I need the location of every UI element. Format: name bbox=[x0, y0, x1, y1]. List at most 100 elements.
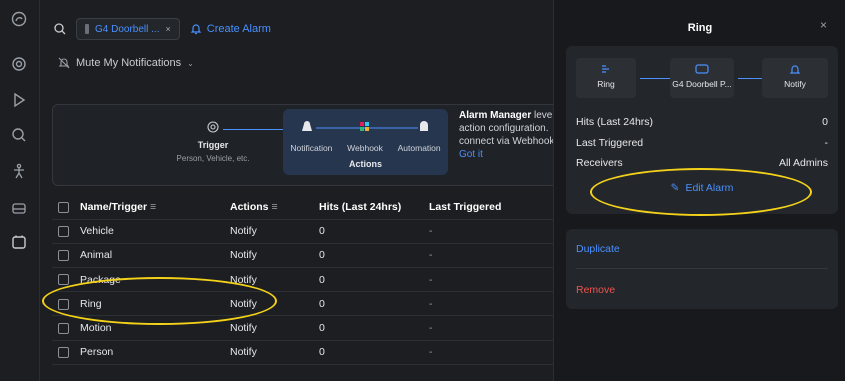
row-last-triggered: - bbox=[429, 340, 549, 365]
row-action: Notify bbox=[230, 315, 319, 341]
close-icon[interactable]: × bbox=[820, 18, 827, 32]
header-hits[interactable]: Hits (Last 24hrs) bbox=[319, 195, 429, 220]
row-last-triggered: - bbox=[429, 219, 549, 244]
table-row[interactable]: Person Notify 0 - bbox=[52, 340, 592, 365]
node-action: Notify bbox=[762, 58, 828, 98]
row-action: Notify bbox=[230, 219, 319, 244]
search-icon[interactable] bbox=[54, 23, 66, 35]
row-action: Notify bbox=[230, 267, 319, 293]
filter-icon[interactable]: ≡ bbox=[150, 201, 156, 213]
protect-logo-icon[interactable] bbox=[8, 8, 30, 30]
chevron-down-icon: ⌄ bbox=[187, 58, 194, 68]
action-automation: Automation bbox=[397, 143, 441, 153]
chip-close-icon[interactable]: × bbox=[165, 24, 170, 34]
row-hits: 0 bbox=[319, 267, 429, 293]
row-checkbox[interactable] bbox=[58, 274, 69, 286]
camera-icon[interactable] bbox=[8, 53, 30, 75]
row-name: Vehicle bbox=[80, 219, 230, 244]
row-hits: 0 bbox=[319, 291, 429, 317]
person-motion-icon[interactable] bbox=[8, 160, 30, 182]
ring-icon bbox=[576, 64, 636, 76]
row-last-triggered: - bbox=[429, 243, 549, 269]
row-hits: 0 bbox=[319, 243, 429, 269]
doorbell-device-icon bbox=[670, 64, 734, 76]
row-checkbox[interactable] bbox=[58, 250, 69, 262]
search-detection-icon[interactable] bbox=[8, 124, 30, 146]
alarm-flow-banner: Trigger Person, Vehicle, etc. Notificati… bbox=[52, 104, 592, 186]
node-device: G4 Doorbell P... bbox=[670, 58, 734, 98]
row-action: Notify bbox=[230, 291, 319, 317]
create-alarm-button[interactable]: Create Alarm bbox=[190, 23, 271, 35]
mute-notifications-dropdown[interactable]: Mute My Notifications ⌄ bbox=[58, 57, 194, 69]
alarm-summary-card: Ring G4 Doorbell P... Notify Hits (Last … bbox=[566, 46, 838, 214]
row-name: Person bbox=[80, 340, 230, 365]
edit-alarm-label: Edit Alarm bbox=[685, 182, 734, 194]
row-hits: 0 bbox=[319, 315, 429, 341]
row-checkbox[interactable] bbox=[58, 226, 69, 237]
receivers-label: Receivers bbox=[576, 157, 623, 169]
device-filter-chip[interactable]: G4 Doorbell ... × bbox=[76, 18, 180, 40]
header-name-trigger[interactable]: Name/Trigger ≡ bbox=[80, 195, 230, 220]
toolbar: G4 Doorbell ... × Create Alarm bbox=[54, 18, 271, 40]
select-all-checkbox[interactable] bbox=[58, 201, 69, 213]
table-row[interactable]: Ring Notify 0 - bbox=[52, 291, 592, 317]
trigger-step: Trigger Person, Vehicle, etc. bbox=[158, 121, 268, 163]
alarm-options-card: Duplicate Remove bbox=[566, 229, 838, 309]
node-action-label: Notify bbox=[784, 79, 806, 89]
row-last-triggered: - bbox=[429, 291, 549, 317]
table-row[interactable]: Vehicle Notify 0 - bbox=[52, 219, 592, 244]
row-checkbox[interactable] bbox=[58, 346, 69, 358]
duplicate-button[interactable]: Duplicate bbox=[576, 243, 620, 255]
row-last-triggered: - bbox=[429, 267, 549, 293]
node-trigger-label: Ring bbox=[597, 79, 615, 89]
alarm-manager-icon[interactable] bbox=[8, 231, 30, 253]
device-filter-label: G4 Doorbell ... bbox=[95, 23, 160, 35]
remove-button[interactable]: Remove bbox=[576, 284, 615, 296]
actions-list: Notification Webhook Automation bbox=[283, 143, 448, 153]
header-actions[interactable]: Actions ≡ bbox=[230, 195, 319, 220]
main-content: G4 Doorbell ... × Create Alarm Mute My N… bbox=[40, 0, 592, 381]
row-checkbox[interactable] bbox=[58, 298, 69, 310]
row-name: Package bbox=[80, 267, 230, 293]
info-bold: Alarm Manager bbox=[459, 110, 532, 121]
play-icon[interactable] bbox=[8, 89, 30, 111]
mute-label: Mute My Notifications bbox=[76, 57, 182, 69]
row-action: Notify bbox=[230, 243, 319, 269]
trigger-title: Trigger bbox=[197, 140, 229, 150]
doorbell-icon bbox=[85, 24, 89, 34]
row-checkbox[interactable] bbox=[58, 322, 69, 334]
filter-icon[interactable]: ≡ bbox=[271, 201, 277, 213]
node-device-label: G4 Doorbell P... bbox=[672, 79, 732, 89]
divider bbox=[576, 268, 828, 269]
hits-row: Hits (Last 24hrs) 0 bbox=[576, 116, 828, 128]
panel-title: Ring bbox=[687, 22, 713, 34]
actions-step: Notification Webhook Automation Actions bbox=[283, 109, 448, 175]
trigger-icon bbox=[207, 121, 219, 133]
last-triggered-value: - bbox=[824, 137, 829, 149]
table-row[interactable]: Package Notify 0 - bbox=[52, 267, 592, 293]
edit-alarm-button[interactable]: ✎ Edit Alarm bbox=[606, 182, 798, 194]
bell-plus-icon bbox=[190, 23, 202, 35]
last-triggered-label: Last Triggered bbox=[576, 137, 644, 149]
row-last-triggered: - bbox=[429, 315, 549, 341]
action-webhook: Webhook bbox=[347, 143, 383, 153]
hits-value: 0 bbox=[822, 116, 828, 128]
row-name: Motion bbox=[80, 315, 230, 341]
row-name: Ring bbox=[80, 291, 230, 317]
row-hits: 0 bbox=[319, 340, 429, 365]
table-row[interactable]: Motion Notify 0 - bbox=[52, 315, 592, 341]
vehicle-icon[interactable] bbox=[8, 197, 30, 219]
bell-icon bbox=[762, 64, 828, 76]
receivers-row: Receivers All Admins bbox=[576, 157, 828, 169]
row-action: Notify bbox=[230, 340, 319, 365]
row-name: Animal bbox=[80, 243, 230, 269]
actions-connector bbox=[302, 121, 428, 131]
table-row[interactable]: Animal Notify 0 - bbox=[52, 243, 592, 269]
hits-label: Hits (Last 24hrs) bbox=[576, 116, 654, 128]
info-rest: leve bbox=[531, 110, 553, 121]
row-hits: 0 bbox=[319, 219, 429, 244]
header-last-triggered[interactable]: Last Triggered bbox=[429, 195, 549, 220]
alarm-table: Name/Trigger ≡ Actions ≡ Hits (Last 24hr… bbox=[52, 195, 592, 365]
nav-rail bbox=[0, 0, 40, 381]
action-notification: Notification bbox=[290, 143, 333, 153]
